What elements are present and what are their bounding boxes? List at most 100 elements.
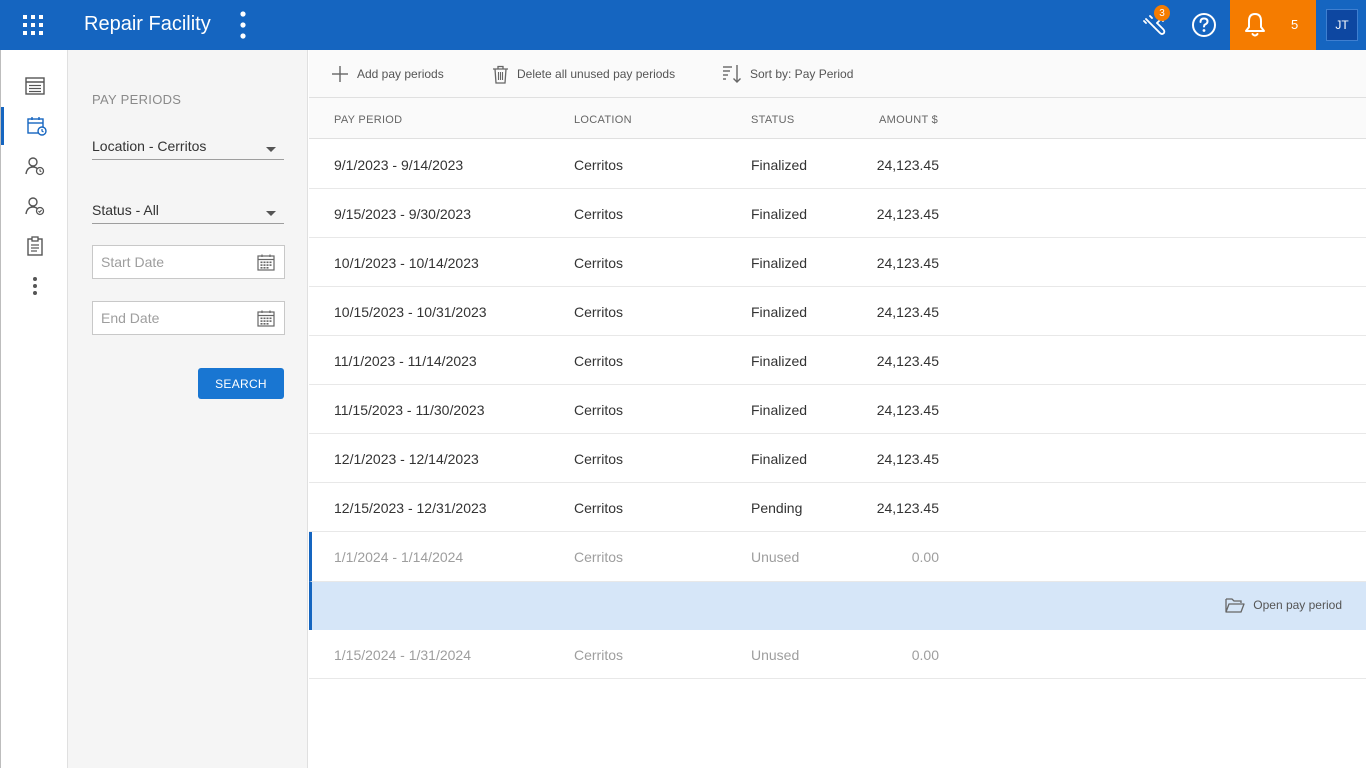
cell-status: Unused — [751, 647, 800, 663]
add-pay-periods-label: Add pay periods — [357, 67, 444, 81]
add-pay-periods-button[interactable]: Add pay periods — [331, 64, 444, 84]
calendar-icon[interactable] — [257, 310, 275, 327]
header-location[interactable]: LOCATION — [574, 114, 632, 126]
table-row[interactable]: 10/1/2023 - 10/14/2023 Cerritos Finalize… — [309, 238, 1366, 287]
chevron-down-icon — [266, 147, 276, 152]
rail-item-more[interactable] — [1, 267, 69, 305]
open-pay-period-button[interactable]: Open pay period — [1225, 597, 1342, 613]
clipboard-icon — [27, 236, 43, 256]
person-clock-icon — [25, 157, 45, 176]
apps-grid-icon[interactable] — [22, 14, 44, 36]
delete-unused-button[interactable]: Delete all unused pay periods — [492, 64, 675, 84]
table-row-selected[interactable]: 1/1/2024 - 1/14/2024 Cerritos Unused 0.0… — [309, 532, 1366, 582]
cell-amount: 0.00 — [911, 549, 939, 565]
cell-location: Cerritos — [574, 353, 624, 369]
table-row[interactable]: 11/15/2023 - 11/30/2023 Cerritos Finaliz… — [309, 385, 1366, 434]
sort-icon — [723, 65, 741, 83]
rail-item-pay-periods[interactable] — [1, 107, 69, 145]
cell-amount: 24,123.45 — [876, 255, 939, 271]
table-row[interactable]: 9/1/2023 - 9/14/2023 Cerritos Finalized … — [309, 140, 1366, 189]
cell-status: Finalized — [751, 402, 808, 418]
cell-status: Pending — [751, 500, 803, 516]
cell-pay-period: 9/15/2023 - 9/30/2023 — [334, 206, 472, 222]
more-vertical-icon[interactable] — [234, 10, 252, 40]
cell-location: Cerritos — [574, 304, 624, 320]
rail-item-employee-status[interactable] — [1, 187, 69, 225]
toolbar: Add pay periods Delete all unused pay pe… — [309, 50, 1366, 98]
cell-status: Finalized — [751, 255, 808, 271]
status-select[interactable]: Status - All — [92, 196, 284, 224]
cell-amount: 24,123.45 — [876, 304, 939, 320]
cell-pay-period: 11/1/2023 - 11/14/2023 — [334, 353, 477, 369]
rail-item-list[interactable] — [1, 67, 69, 105]
main-content: Add pay periods Delete all unused pay pe… — [309, 50, 1366, 768]
list-icon — [25, 77, 45, 95]
left-rail — [0, 50, 68, 768]
tools-badge: 3 — [1154, 5, 1170, 21]
person-check-icon — [25, 197, 45, 216]
cell-location: Cerritos — [574, 500, 624, 516]
location-select[interactable]: Location - Cerritos — [92, 132, 284, 160]
tools-button[interactable] — [1130, 0, 1178, 50]
folder-open-icon — [1225, 598, 1245, 613]
avatar: JT — [1326, 9, 1358, 41]
row-action-bar: Open pay period — [309, 582, 1366, 630]
end-date-input[interactable] — [93, 302, 243, 334]
cell-status: Finalized — [751, 157, 808, 173]
rail-item-employee-time[interactable] — [1, 147, 69, 185]
cell-location: Cerritos — [574, 402, 624, 418]
cell-status: Finalized — [751, 451, 808, 467]
cell-amount: 24,123.45 — [876, 353, 939, 369]
start-date-input[interactable] — [93, 246, 243, 278]
rail-item-reports[interactable] — [1, 227, 69, 265]
end-date-field — [92, 301, 285, 335]
cell-pay-period: 1/15/2024 - 1/31/2024 — [334, 647, 472, 663]
table-row[interactable]: 9/15/2023 - 9/30/2023 Cerritos Finalized… — [309, 189, 1366, 238]
help-button[interactable] — [1180, 0, 1228, 50]
top-bar: Repair Facility 3 5 JT — [0, 0, 1366, 50]
open-pay-period-label: Open pay period — [1253, 598, 1342, 612]
panel-title: PAY PERIODS — [92, 92, 182, 107]
search-button[interactable]: SEARCH — [198, 368, 284, 399]
header-status[interactable]: STATUS — [751, 114, 795, 126]
cell-amount: 24,123.45 — [876, 500, 939, 516]
cell-amount: 24,123.45 — [876, 451, 939, 467]
plus-icon — [332, 66, 348, 82]
bell-icon — [1245, 13, 1265, 37]
cell-location: Cerritos — [574, 255, 624, 271]
cell-status: Finalized — [751, 206, 808, 222]
table-header: PAY PERIOD LOCATION STATUS AMOUNT $ — [309, 98, 1366, 139]
cell-pay-period: 12/1/2023 - 12/14/2023 — [334, 451, 479, 467]
calendar-icon[interactable] — [257, 254, 275, 271]
table-row[interactable]: 12/15/2023 - 12/31/2023 Cerritos Pending… — [309, 483, 1366, 532]
cell-status: Finalized — [751, 353, 808, 369]
table-row[interactable]: 11/1/2023 - 11/14/2023 Cerritos Finalize… — [309, 336, 1366, 385]
cell-pay-period: 1/1/2024 - 1/14/2024 — [334, 549, 464, 565]
cell-pay-period: 9/1/2023 - 9/14/2023 — [334, 157, 464, 173]
user-menu-button[interactable]: JT — [1318, 0, 1366, 50]
header-amount[interactable]: AMOUNT $ — [879, 114, 938, 126]
help-icon — [1192, 13, 1216, 37]
table-row[interactable]: 10/15/2023 - 10/31/2023 Cerritos Finaliz… — [309, 287, 1366, 336]
cell-status: Unused — [751, 549, 800, 565]
calendar-clock-icon — [26, 117, 47, 136]
cell-status: Finalized — [751, 304, 808, 320]
location-select-value: Location - Cerritos — [92, 138, 207, 154]
table-row[interactable]: 1/15/2024 - 1/31/2024 Cerritos Unused 0.… — [309, 630, 1366, 679]
cell-location: Cerritos — [574, 157, 624, 173]
cell-amount: 0.00 — [911, 647, 939, 663]
start-date-field — [92, 245, 285, 279]
cell-location: Cerritos — [574, 206, 624, 222]
sort-label: Sort by: Pay Period — [750, 67, 854, 81]
delete-unused-label: Delete all unused pay periods — [517, 67, 676, 81]
sort-button[interactable]: Sort by: Pay Period — [722, 64, 853, 84]
header-pay-period[interactable]: PAY PERIOD — [334, 114, 402, 126]
notifications-button[interactable] — [1230, 0, 1316, 50]
cell-location: Cerritos — [574, 451, 624, 467]
cell-location: Cerritos — [574, 549, 624, 565]
cell-location: Cerritos — [574, 647, 624, 663]
status-select-value: Status - All — [92, 202, 159, 218]
cell-pay-period: 10/15/2023 - 10/31/2023 — [334, 304, 487, 320]
table-row[interactable]: 12/1/2023 - 12/14/2023 Cerritos Finalize… — [309, 434, 1366, 483]
cell-pay-period: 11/15/2023 - 11/30/2023 — [334, 402, 485, 418]
